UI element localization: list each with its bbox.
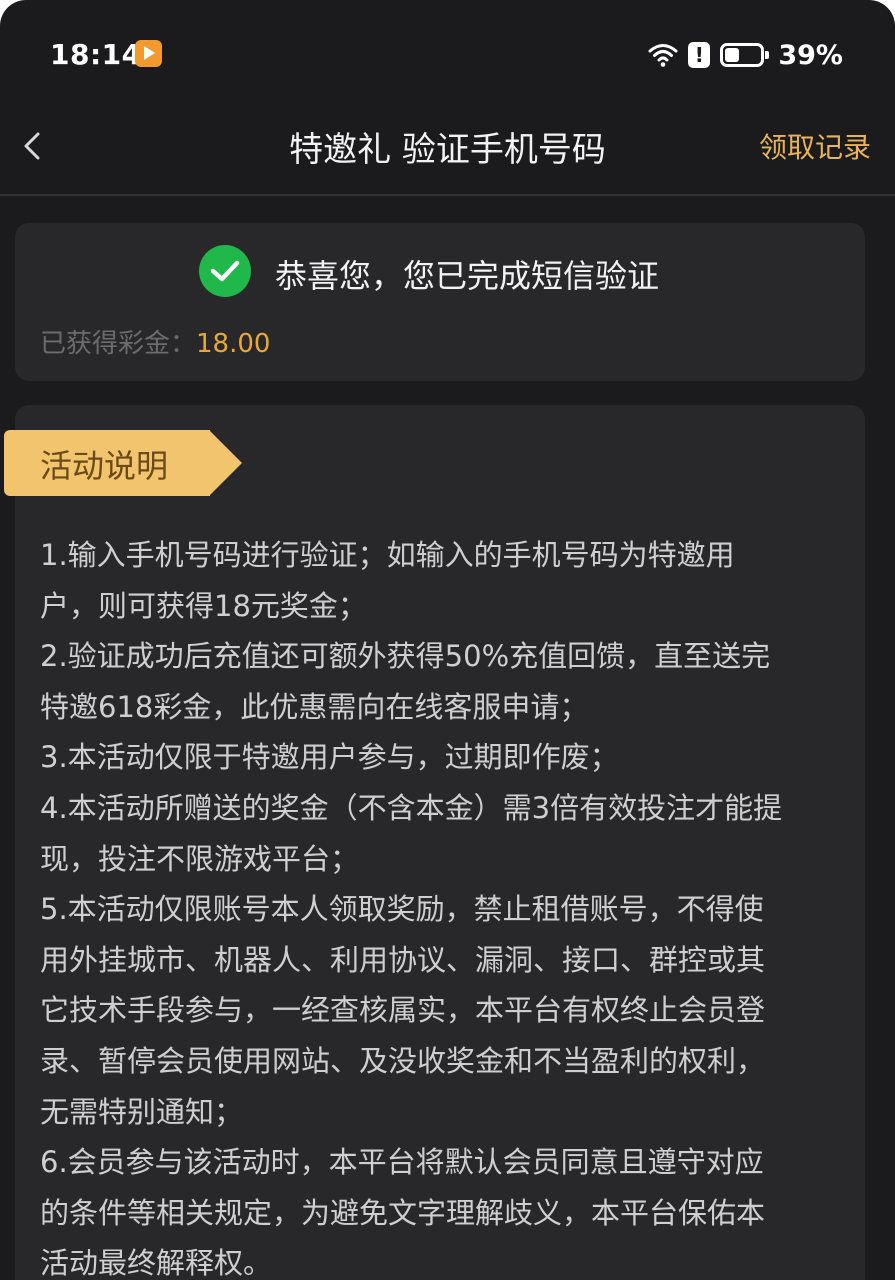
rule-line: 6.会员参与该活动时，本平台将默认会员同意且遵守对应 <box>40 1145 764 1180</box>
rule-line: 无需特别通知； <box>40 1094 244 1129</box>
rule-line: 1.输入手机号码进行验证；如输入的手机号码为特邀用 <box>40 538 735 572</box>
bonus-row: 已获得彩金：18.00 <box>40 323 270 360</box>
rule-line: 用外挂城市、机器人、利用协议、漏洞、接口、群控或其 <box>40 942 766 977</box>
section-ribbon: 活动说明 <box>4 430 242 496</box>
rule-line: 现，投注不限游戏平台； <box>40 841 360 876</box>
check-circle-icon <box>199 245 251 297</box>
bonus-label: 已获得彩金： <box>40 329 197 359</box>
rule-line: 活动最终解释权。 <box>40 1246 273 1280</box>
rule-line: 的条件等相关规定，为避免文字理解歧义，本平台保佑本 <box>40 1195 766 1230</box>
bonus-value: 18.00 <box>196 329 271 359</box>
verification-success-card: 恭喜您，您已完成短信验证 已获得彩金：18.00 <box>15 223 865 381</box>
status-icons: 39% <box>648 38 843 72</box>
battery-fill <box>725 48 740 62</box>
rule-line: 录、暂停会员使用网站、及没收奖金和不当盈利的权利， <box>40 1043 766 1078</box>
rule-line: 5.本活动仅限账号本人领取奖励，禁止租借账号，不得使 <box>40 892 764 927</box>
status-time: 18:14 <box>50 38 142 71</box>
alert-icon <box>688 42 711 68</box>
success-message: 恭喜您，您已完成短信验证 <box>275 257 660 295</box>
app-notification-icon <box>135 40 162 67</box>
battery-percent: 39% <box>778 39 843 71</box>
nav-bar: 特邀礼 验证手机号码 领取记录 <box>0 100 895 196</box>
rule-line: 2.验证成功后充值还可额外获得50%充值回馈，直至送完 <box>40 639 771 674</box>
rule-line: 4.本活动所赠送的奖金（不含本金）需3倍有效投注才能提 <box>40 790 783 825</box>
battery-icon <box>720 43 770 67</box>
status-bar: 18:14 39% <box>0 0 895 100</box>
rule-line: 特邀618彩金，此优惠需向在线客服申请； <box>40 689 589 724</box>
rule-line: 3.本活动仅限于特邀用户参与，过期即作废； <box>40 740 619 775</box>
rule-line: 它技术手段参与，一经查核属实，本平台有权终止会员登 <box>40 993 766 1028</box>
screen: 18:14 39% 特邀礼 验证手机号码 领取记录 <box>0 0 895 1280</box>
rule-line: 户，则可获得18元奖金； <box>40 588 367 623</box>
ribbon-tip <box>209 430 242 496</box>
activity-rules: 1.输入手机号码进行验证；如输入的手机号码为特邀用 户，则可获得18元奖金； 2… <box>40 530 840 1280</box>
claim-records-link[interactable]: 领取记录 <box>759 126 871 166</box>
wifi-icon <box>648 44 678 67</box>
section-title: 活动说明 <box>40 447 169 485</box>
